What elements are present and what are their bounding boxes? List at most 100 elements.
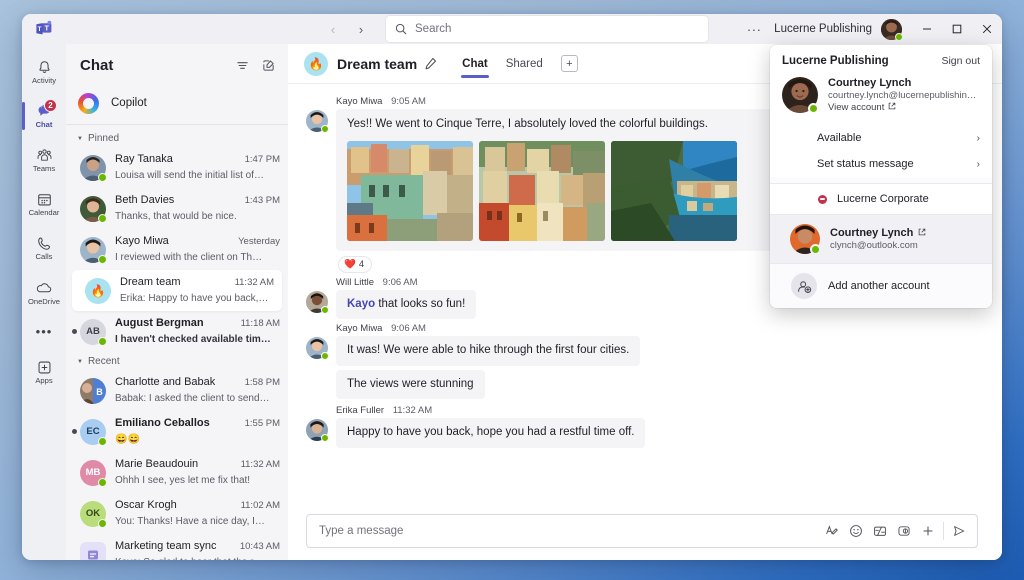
list-item[interactable]: Marketing team sync 10:43 AM Kayo: So gl… [66, 534, 288, 560]
cinque-terre-village-photo[interactable] [347, 140, 473, 241]
chevron-right-icon: › [976, 132, 980, 144]
compose-box[interactable] [306, 514, 978, 548]
search-input[interactable] [415, 23, 699, 35]
plus-icon[interactable] [916, 519, 940, 543]
avatar-group: B [80, 377, 106, 404]
list-item-time: 11:32 AM [240, 458, 280, 470]
avatar-initials: MB [85, 467, 101, 478]
add-account-label: Add another account [828, 280, 930, 292]
back-button[interactable]: ‹ [320, 17, 346, 41]
status-label: Available [817, 132, 862, 144]
list-item-time: 1:47 PM [244, 153, 280, 165]
maximize-button[interactable] [942, 14, 972, 44]
svg-text:T: T [37, 26, 41, 33]
alt-account-text: Courtney Lynch clynch@outlook.com [830, 227, 926, 251]
avatar[interactable] [782, 77, 819, 114]
list-item[interactable]: AB August Bergman 11:18 AM I haven't che… [66, 311, 288, 352]
sidebar-item-calls[interactable]: Calls [22, 226, 66, 270]
chat-unread-badge: 2 [44, 99, 57, 112]
message-input[interactable] [319, 525, 820, 537]
avatar [790, 224, 821, 255]
account-avatar-button[interactable] [881, 18, 903, 41]
avatar-emoji: 🔥 [90, 283, 106, 298]
presence-indicator [98, 336, 107, 346]
sidebar-item-activity[interactable]: Activity [22, 50, 66, 94]
list-item[interactable]: MB Marie Beaudouin 11:32 AM Ohhh I see, … [66, 452, 288, 493]
message-group: Kayo Miwa 9:06 AM It was! We were able t… [306, 323, 978, 400]
list-item-preview: Kayo: So glad to hear that the r… [115, 557, 263, 561]
sidebar-item-apps[interactable]: Apps [22, 350, 66, 394]
bell-icon [38, 61, 50, 74]
presence-indicator [98, 477, 107, 487]
search-box[interactable] [386, 16, 708, 42]
list-item[interactable]: Kayo Miwa Yesterday I reviewed with the … [66, 229, 288, 270]
message-text: Yes!! We went to Cinque Terre, I absolut… [347, 118, 708, 130]
filter-icon[interactable] [230, 53, 254, 77]
list-item-text: Beth Davies 1:43 PM Thanks, that would b… [115, 194, 280, 224]
presence-busy-indicator [818, 194, 827, 204]
sidebar-item-calendar[interactable]: Calendar [22, 182, 66, 226]
pencil-icon[interactable] [424, 57, 437, 70]
view-account-label: View account [828, 102, 885, 113]
chat-list-scroll[interactable]: ▼ Pinned Ray Tanaka 1:47 PM Louisa will … [66, 129, 288, 560]
corporate-account-row[interactable]: Lucerne Corporate [770, 184, 992, 214]
list-item[interactable]: Beth Davies 1:43 PM Thanks, that would b… [66, 188, 288, 229]
view-account-link[interactable]: View account [828, 102, 980, 113]
message-author: Erika Fuller [336, 405, 385, 417]
conversation-avatar: 🔥 [304, 51, 328, 76]
app-rail: Activity 2 Chat Teams Calendar Calls One… [22, 44, 66, 560]
titlebar-right-group: ··· Lucerne Publishing [740, 14, 1002, 44]
alt-account-row[interactable]: Courtney Lynch clynch@outlook.com [770, 215, 992, 263]
message-time: 9:06 AM [391, 323, 426, 335]
cinque-terre-coast-photo[interactable] [611, 140, 737, 241]
minimize-button[interactable] [912, 14, 942, 44]
format-text-icon[interactable] [820, 519, 844, 543]
list-item-selected[interactable]: 🔥 Dream team 11:32 AM Erika: Happy to ha… [72, 270, 282, 311]
add-account-row[interactable]: Add another account [770, 264, 992, 308]
send-icon[interactable] [947, 519, 971, 543]
giphy-icon[interactable] [868, 519, 892, 543]
list-item[interactable]: Ray Tanaka 1:47 PM Louisa will send the … [66, 147, 288, 188]
flyout-org-name: Lucerne Publishing [782, 55, 889, 67]
add-tab-button[interactable]: + [560, 55, 578, 72]
account-flyout: Lucerne Publishing Sign out Courtney Lyn… [770, 45, 992, 308]
emoji-icon[interactable] [844, 519, 868, 543]
flyout-user-email: courtney.lynch@lucernepublishing.com [828, 90, 980, 101]
list-item[interactable]: OK Oscar Krogh 11:02 AM You: Thanks! Hav… [66, 493, 288, 534]
close-button[interactable] [972, 14, 1002, 44]
cinque-terre-harbor-photo[interactable] [479, 140, 605, 241]
group-header-recent[interactable]: ▼ Recent [66, 352, 288, 370]
sign-out-button[interactable]: Sign out [941, 55, 980, 67]
settings-more-button[interactable]: ··· [740, 17, 768, 41]
sidebar-more-button[interactable]: ••• [36, 314, 53, 348]
tab-chat[interactable]: Chat [453, 44, 497, 84]
sidebar-item-label: Apps [35, 376, 53, 386]
presence-indicator [98, 172, 107, 182]
sidebar-item-chat[interactable]: 2 Chat [22, 94, 66, 138]
set-status-label: Set status message [817, 158, 914, 170]
reaction-badge[interactable]: ❤️ 4 [338, 255, 373, 273]
forward-button[interactable]: › [348, 17, 374, 41]
presence-indicator [895, 32, 903, 41]
teams-logo-icon: T T [22, 20, 66, 38]
list-item-name: Ray Tanaka [115, 152, 173, 165]
status-available-row[interactable]: Available › [770, 125, 992, 151]
list-item[interactable]: B Charlotte and Babak 1:58 PM Babak: I a… [66, 370, 288, 411]
list-item-text: Emiliano Ceballos 1:55 PM 😄😄 [115, 417, 280, 447]
list-item[interactable]: EC Emiliano Ceballos 1:55 PM 😄😄 [66, 411, 288, 452]
tab-shared[interactable]: Shared [497, 44, 552, 84]
group-label: Pinned [87, 133, 120, 144]
message-stack: The views were stunning [336, 369, 978, 400]
list-item-time: 10:43 AM [239, 540, 280, 552]
set-status-message-row[interactable]: Set status message › [770, 151, 992, 177]
list-item-text: Kayo Miwa Yesterday I reviewed with the … [115, 235, 280, 265]
sticker-icon[interactable] [892, 519, 916, 543]
group-header-pinned[interactable]: ▼ Pinned [66, 129, 288, 147]
compose-chat-icon[interactable] [256, 53, 280, 77]
sidebar-item-teams[interactable]: Teams [22, 138, 66, 182]
sidebar-item-onedrive[interactable]: OneDrive [22, 270, 66, 314]
mention-chip[interactable]: Kayo [347, 298, 375, 310]
copilot-item[interactable]: Copilot [66, 86, 288, 120]
avatar: AB [80, 318, 107, 346]
list-item-text: Dream team 11:32 AM Erika: Happy to have… [120, 276, 274, 306]
